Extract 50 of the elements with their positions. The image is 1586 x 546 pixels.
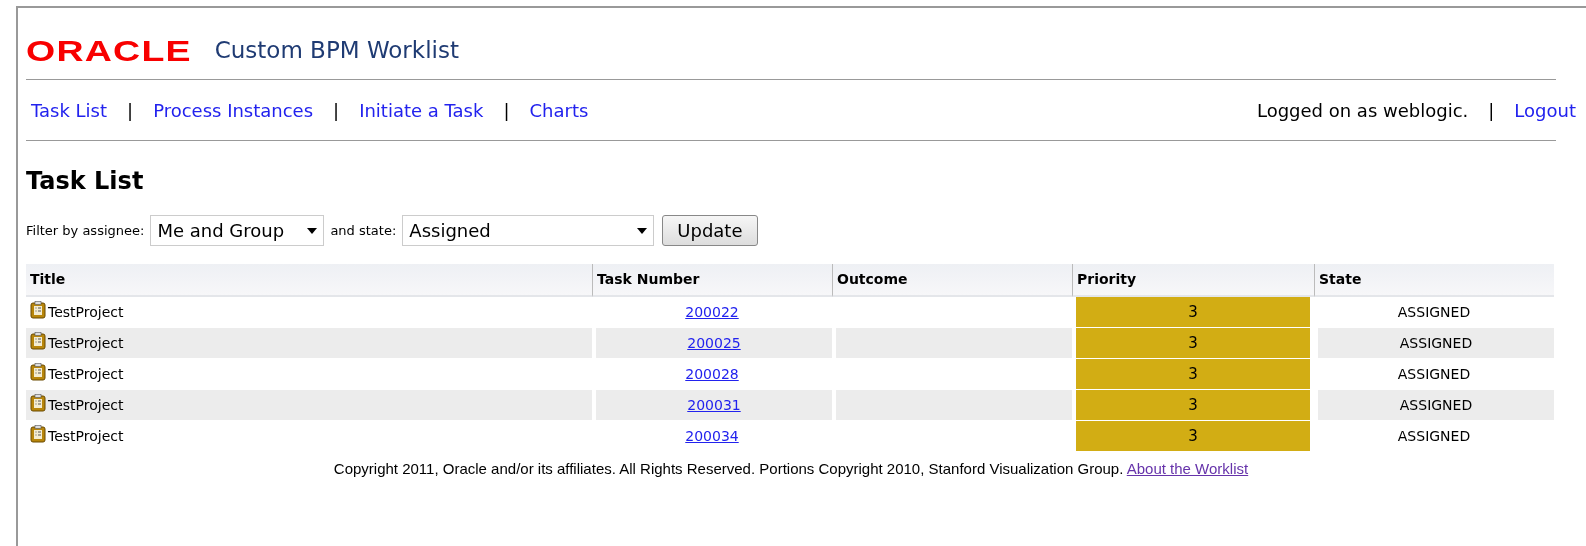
task-title: TestProject xyxy=(48,335,124,351)
task-number-link[interactable]: 200031 xyxy=(687,396,741,413)
priority-cell: 3 xyxy=(1076,328,1310,358)
nav-link[interactable]: Process Instances xyxy=(153,96,314,124)
task-number-link[interactable]: 200025 xyxy=(687,334,741,351)
logo: ORACLE xyxy=(26,35,192,66)
dropdown-value: Assigned xyxy=(409,219,491,243)
filter-label: and state: xyxy=(330,221,397,240)
caret-icon xyxy=(307,227,318,234)
clipboard-icon xyxy=(30,394,46,412)
clipboard-icon xyxy=(30,301,46,319)
priority-cell: 3 xyxy=(1076,359,1310,389)
task-number-link[interactable]: 200028 xyxy=(685,365,739,382)
separator: | xyxy=(127,98,134,123)
nav-link[interactable]: Charts xyxy=(529,96,589,124)
priority-cell: 3 xyxy=(1076,421,1310,451)
task-number-link[interactable]: 200034 xyxy=(685,427,739,444)
priority-cell: 3 xyxy=(1076,297,1310,327)
page-heading: Task List xyxy=(26,166,145,197)
copyright-text: Copyright 2011, Oracle and/or its affiliates. All Rights Reserved. Portions Copyright 2010, Stanford Visualization Group. xyxy=(333,460,1125,477)
about-link[interactable]: About the Worklist xyxy=(1126,460,1249,477)
state-cell: ASSIGNED xyxy=(1314,421,1554,452)
logout-link[interactable]: Logout xyxy=(1514,96,1576,124)
clipboard-icon xyxy=(30,363,46,381)
task-title: TestProject xyxy=(48,304,124,320)
filter-label: Filter by assignee: xyxy=(26,221,145,240)
assignee-dropdown[interactable]: Me and Group xyxy=(150,215,325,246)
clipboard-icon xyxy=(30,425,46,443)
column-header: Task Number xyxy=(592,264,832,297)
task-title: TestProject xyxy=(48,366,124,382)
update-button[interactable]: Update xyxy=(662,215,758,246)
priority-cell: 3 xyxy=(1076,390,1310,420)
column-header: Title xyxy=(26,264,592,297)
task-number-link[interactable]: 200022 xyxy=(685,303,739,320)
clipboard-icon xyxy=(30,332,46,350)
task-title: TestProject xyxy=(48,397,124,413)
dropdown-value: Me and Group xyxy=(157,219,285,243)
state-dropdown[interactable]: Assigned xyxy=(402,215,655,246)
caret-icon xyxy=(637,227,648,234)
task-title: TestProject xyxy=(48,428,124,444)
app-title: Custom BPM Worklist xyxy=(214,36,459,66)
column-header: Priority xyxy=(1072,264,1314,297)
user-status: Logged on as weblogic. xyxy=(1256,98,1469,123)
nav-link[interactable]: Initiate a Task xyxy=(359,96,484,124)
separator: | xyxy=(333,98,340,123)
column-header: Outcome xyxy=(832,264,1072,297)
nav-link[interactable]: Task List xyxy=(31,96,108,124)
separator: | xyxy=(1488,98,1495,123)
separator: | xyxy=(503,98,510,123)
column-header: State xyxy=(1314,264,1554,297)
